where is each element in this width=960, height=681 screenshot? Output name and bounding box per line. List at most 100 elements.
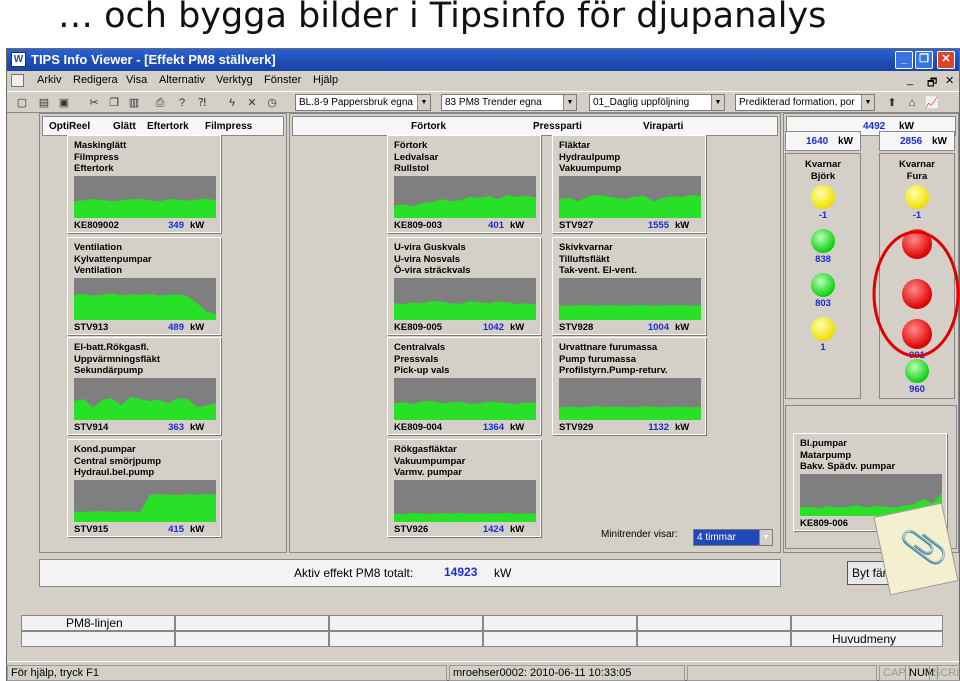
chart-icon[interactable]: 📈	[925, 96, 939, 110]
tab-pressparti[interactable]: Pressparti	[533, 121, 582, 132]
nav-empty-8[interactable]	[329, 631, 483, 647]
card-label: Sekundärpump	[74, 365, 144, 376]
nav-empty-7[interactable]	[175, 631, 329, 647]
nav-empty-1[interactable]	[175, 615, 329, 631]
mdi-close-button[interactable]: ✕	[945, 74, 954, 87]
save-icon[interactable]: ▣	[57, 96, 71, 110]
delete-icon[interactable]: ✕	[245, 96, 259, 110]
card-label: Filmpress	[74, 151, 119, 163]
nav-empty-4[interactable]	[637, 615, 791, 631]
card-label: U-vira Guskvals	[394, 242, 466, 253]
meter-id: KE809-005	[394, 322, 443, 333]
nav-huvudmeny[interactable]: Huvudmeny	[791, 631, 943, 647]
new-file-icon[interactable]: ▢	[15, 96, 29, 110]
trend-card[interactable]: Förtork Ledvalsar Rullstol KE809-003 401 kW	[387, 135, 541, 233]
trend-area	[74, 198, 216, 218]
clock-icon[interactable]: ◷	[265, 96, 279, 110]
minitrend-chart	[559, 176, 701, 218]
tab-viraparti[interactable]: Viraparti	[643, 121, 683, 132]
picture-combo[interactable]: 01_Daglig uppföljning ▼	[589, 94, 725, 111]
up-arrow-icon[interactable]: ⬆	[885, 96, 899, 110]
close-button[interactable]: ✕	[937, 51, 955, 69]
context-help-icon[interactable]: ⁈	[195, 96, 209, 110]
menu-hjalp[interactable]: Hjälp	[313, 74, 338, 86]
menu-redigera[interactable]: Redigera	[73, 74, 118, 86]
power-unit: kW	[510, 322, 525, 333]
chevron-down-icon[interactable]: ▼	[417, 95, 430, 110]
trend-card[interactable]: Urvattnare furumassa Pump furumassa Profil…	[552, 337, 706, 435]
lamp-value: -1	[818, 210, 828, 221]
tab-eftertork[interactable]: Eftertork	[147, 121, 189, 132]
trend-card[interactable]: El-batt.Rökgasfl. Uppvärmningsfläkt Sekund…	[67, 337, 221, 435]
nav-empty-9[interactable]	[483, 631, 637, 647]
nav-pm8-linjen[interactable]: PM8-linjen	[21, 615, 175, 631]
power-unit: kW	[675, 322, 690, 333]
paste-icon[interactable]: ▥	[127, 96, 141, 110]
power-value: 363	[168, 422, 184, 433]
nav-pm8-label: PM8-linjen	[66, 616, 123, 630]
power-unit: kW	[190, 524, 205, 535]
menu-fonster[interactable]: Fönster	[264, 74, 301, 86]
chevron-down-icon[interactable]: ▼	[861, 95, 874, 110]
chevron-down-icon[interactable]: ▼	[711, 95, 724, 110]
lightning-icon[interactable]: ϟ	[225, 96, 239, 110]
trend-card[interactable]: Fläktar Hydraulpump Vakuumpump STV927 1555 kW	[552, 135, 706, 233]
menu-arkiv[interactable]: Arkiv	[37, 74, 61, 86]
trend-card[interactable]: Centralvals Pressvals Pick-up vals KE809-00…	[387, 337, 541, 435]
menu-alternativ[interactable]: Alternativ	[159, 74, 205, 86]
trend-card[interactable]: U-vira Guskvals U-vira Nosvals Ö-vira strä…	[387, 237, 541, 335]
mdi-minimize-button[interactable]: _	[907, 74, 913, 86]
power-value: 401	[488, 220, 504, 231]
print-icon[interactable]: ⎙	[153, 96, 167, 110]
trend-card[interactable]: Skivkvarnar Tilluftsfläkt Tak-vent. El-ven…	[552, 237, 706, 335]
formation-combo[interactable]: Predikterad formation, por ▼	[735, 94, 875, 111]
document-icon[interactable]	[11, 74, 24, 87]
card-label: Ö-vira sträckvals	[394, 265, 471, 276]
nav-empty-3[interactable]	[483, 615, 637, 631]
card-label: Ventilation	[74, 242, 123, 253]
menu-verktyg[interactable]: Verktyg	[216, 74, 253, 86]
middle-section-header: Förtork Pressparti Viraparti	[292, 116, 778, 136]
chevron-down-icon[interactable]: ▼	[759, 530, 772, 545]
total-unit: kW	[494, 566, 512, 580]
home-icon[interactable]: ⌂	[905, 96, 919, 110]
maximize-button[interactable]: ❐	[915, 51, 933, 69]
status-lamp	[905, 185, 929, 209]
nav-empty-10[interactable]	[637, 631, 791, 647]
card-label: Tilluftsfläkt	[559, 253, 610, 265]
menu-bar: Arkiv Redigera Visa Alternativ Verktyg F…	[7, 71, 959, 91]
chevron-down-icon[interactable]: ▼	[563, 95, 576, 110]
meter-id: STV914	[74, 422, 109, 433]
trend-group-combo[interactable]: 83 PM8 Trender egna ▼	[441, 94, 577, 111]
card-labels: U-vira Guskvals U-vira Nosvals Ö-vira strä…	[394, 242, 471, 277]
status-scrl: SCRL	[929, 665, 960, 681]
tab-glatt[interactable]: Glätt	[113, 121, 136, 132]
trend-card[interactable]: Rökgasfläktar Vakuumpumpar Varmv. pumpar ST…	[387, 439, 541, 537]
lamp-value: -1	[912, 210, 922, 221]
mill-name: Björk	[810, 171, 836, 182]
status-lamp	[811, 317, 835, 341]
nav-empty-6[interactable]	[21, 631, 175, 647]
help-icon[interactable]: ?	[175, 96, 189, 110]
area-combo-value: BL.8-9 Pappersbruk egna	[299, 97, 413, 108]
menu-visa[interactable]: Visa	[126, 74, 147, 86]
trend-card[interactable]: Kond.pumpar Central smörjpump Hydraul.bel.…	[67, 439, 221, 537]
card-label: Pick-up vals	[394, 365, 450, 376]
nav-empty-5[interactable]	[791, 615, 943, 631]
trend-card[interactable]: Ventilation Kylvattenpumpar Ventilation STV…	[67, 237, 221, 335]
open-folder-icon[interactable]: ▤	[37, 96, 51, 110]
area-combo[interactable]: BL.8-9 Pappersbruk egna ▼	[295, 94, 431, 111]
copy-icon[interactable]: ❐	[107, 96, 121, 110]
tab-optireel[interactable]: OptiReel	[49, 121, 90, 132]
tab-filmpress[interactable]: Filmpress	[205, 121, 252, 132]
minitrend-label: Minitrender visar:	[601, 529, 678, 540]
nav-empty-2[interactable]	[329, 615, 483, 631]
tab-fortork[interactable]: Förtork	[411, 121, 446, 132]
card-label: Pressvals	[394, 353, 439, 365]
mill-power-value: 2856	[900, 136, 923, 147]
cut-icon[interactable]: ✂	[87, 96, 101, 110]
minimize-button[interactable]: _	[895, 51, 913, 69]
trend-card[interactable]: Maskinglätt Filmpress Eftertork KE809002 349…	[67, 135, 221, 233]
minitrend-chart	[74, 176, 216, 218]
minitrend-select[interactable]: 4 timmar ▼	[693, 529, 773, 546]
